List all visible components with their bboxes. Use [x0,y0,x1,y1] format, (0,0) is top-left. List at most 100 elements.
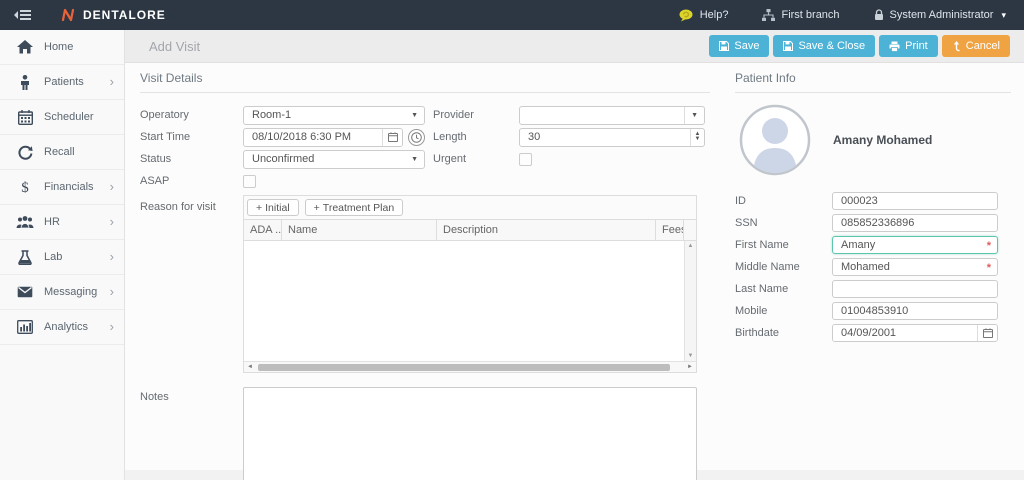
first-name-label: First Name [735,239,832,251]
middle-name-label: Middle Name [735,261,832,273]
calendar-icon [14,110,36,125]
sidebar-item-lab[interactable]: Lab › [0,240,124,275]
ssn-input[interactable] [832,214,998,232]
calendar-icon [388,132,398,142]
page-title: Add Visit [149,39,200,54]
start-time-label: Start Time [140,131,243,143]
brand-name: DENTALORE [83,8,166,22]
patient-info-section: Patient Info Amany Mohamed ID SSN [735,71,1011,344]
sidebar-item-analytics[interactable]: Analytics › [0,310,124,345]
reason-grid-header: ADA ... Name Description Fees [244,220,696,241]
chevron-right-icon: › [110,252,114,262]
dropdown-arrow-icon: ▼ [411,156,418,163]
patient-info-title: Patient Info [735,71,1011,93]
brand[interactable]: DENTALORE [60,7,166,23]
urgent-checkbox[interactable] [519,153,532,166]
action-buttons: Save Save & Close Print Cancel [709,35,1010,57]
add-initial-button[interactable]: + Initial [247,199,299,216]
chevron-right-icon: › [110,182,114,192]
sidebar-item-home[interactable]: Home [0,30,124,65]
sidebar-item-label: Analytics [44,321,88,333]
lock-icon [874,9,884,21]
save-floppy-icon [719,41,729,51]
scroll-down-icon: ▼ [688,353,694,359]
branch-menu[interactable]: First branch [762,9,839,21]
scrollbar-thumb[interactable] [258,364,670,371]
flask-icon [14,250,36,265]
sidebar-item-messaging[interactable]: Messaging › [0,275,124,310]
sidebar-item-label: Messaging [44,286,97,298]
save-close-button[interactable]: Save & Close [773,35,875,57]
last-name-input[interactable] [832,280,998,298]
middle-name-input[interactable] [832,258,998,276]
column-header-ada[interactable]: ADA ... [244,220,282,240]
column-header-fees[interactable]: Fees [656,220,684,240]
dropdown-arrow-icon: ▼ [684,107,698,124]
cancel-button[interactable]: Cancel [942,35,1010,57]
patient-name: Amany Mohamed [833,133,932,147]
calendar-picker-button[interactable] [382,129,402,146]
save-close-label: Save & Close [798,40,865,52]
required-asterisk: * [987,262,991,274]
birthdate-calendar-button[interactable] [977,325,997,341]
help-label: Help? [700,9,729,21]
status-select[interactable]: Unconfirmed ▼ [243,150,425,169]
sidebar-item-label: Patients [44,76,84,88]
provider-select[interactable]: ▼ [519,106,705,125]
print-label: Print [905,40,928,52]
sidebar-item-label: HR [44,216,60,228]
status-label: Status [140,153,243,165]
reason-grid-body: ▲ ▼ [244,241,696,361]
sidebar-item-recall[interactable]: Recall [0,135,124,170]
chevron-down-icon: ▾ [1001,10,1006,21]
sidebar-item-patients[interactable]: Patients › [0,65,124,100]
column-header-name[interactable]: Name [282,220,437,240]
save-button[interactable]: Save [709,35,769,57]
user-menu[interactable]: System Administrator ▾ [874,9,1006,21]
chevron-right-icon: › [110,77,114,87]
horizontal-scrollbar[interactable]: ◄ ► [244,361,696,372]
reason-label: Reason for visit [140,195,243,213]
save-floppy-icon [783,41,793,51]
reason-grid-toolbar: + Initial + Treatment Plan [244,196,696,220]
status-value: Unconfirmed [252,153,314,165]
sidebar-item-hr[interactable]: HR › [0,205,124,240]
branch-label: First branch [781,9,839,21]
notes-textarea[interactable] [243,387,697,480]
column-header-spacer [684,220,696,240]
operatory-value: Room-1 [252,109,291,121]
spinner-down-icon: ▼ [695,137,701,142]
visit-details-section: Visit Details Operatory Room-1 ▼ Provide… [140,71,710,480]
length-input[interactable] [520,129,690,146]
envelope-icon [14,286,36,298]
last-name-label: Last Name [735,283,832,295]
dropdown-arrow-icon: ▼ [411,112,418,119]
print-button[interactable]: Print [879,35,938,57]
stepper-arrows[interactable]: ▲ ▼ [690,129,704,146]
id-input[interactable] [832,192,998,210]
vertical-scrollbar[interactable]: ▲ ▼ [684,241,696,361]
length-label: Length [433,131,519,143]
column-header-description[interactable]: Description [437,220,656,240]
help-menu[interactable]: Help? [679,9,729,22]
time-picker-button[interactable] [408,129,425,146]
scrollbar-track[interactable] [256,362,684,372]
birthdate-input[interactable] [833,325,977,341]
add-treatment-plan-button[interactable]: + Treatment Plan [305,199,404,216]
sidebar-item-scheduler[interactable]: Scheduler [0,100,124,135]
save-label: Save [734,40,759,52]
scroll-right-icon: ► [684,364,696,370]
operatory-select[interactable]: Room-1 ▼ [243,106,425,125]
patient-icon [14,75,36,90]
people-icon [14,216,36,229]
first-name-input[interactable] [832,236,998,254]
sidebar-item-financials[interactable]: $ Financials › [0,170,124,205]
urgent-label: Urgent [433,153,519,165]
sidebar-item-label: Home [44,41,73,53]
mobile-input[interactable] [832,302,998,320]
sidebar-toggle-icon[interactable] [0,9,46,21]
start-time-input[interactable] [244,129,382,146]
operatory-label: Operatory [140,109,243,121]
calendar-icon [983,328,993,338]
asap-checkbox[interactable] [243,175,256,188]
